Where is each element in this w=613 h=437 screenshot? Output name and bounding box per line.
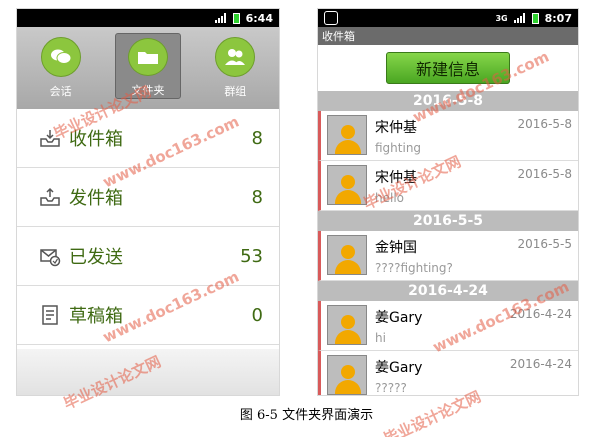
date-header: 2016-4-24 (318, 281, 578, 301)
status-time: 6:44 (245, 11, 273, 25)
tab-folders[interactable]: 文件夹 (114, 33, 181, 99)
message-item[interactable]: 姜Gary 2016-4-24 hi (318, 301, 578, 351)
tab-label: 群组 (224, 85, 247, 98)
folder-outbox[interactable]: 发件箱 8 (17, 168, 279, 227)
folder-count: 8 (251, 127, 263, 149)
new-message-button[interactable]: 新建信息 (386, 52, 510, 84)
message-preview: ????? (375, 381, 407, 395)
battery-icon (232, 12, 240, 24)
sender-name: 姜Gary (375, 310, 423, 326)
tab-label: 文件夹 (131, 84, 165, 97)
figure-caption: 图 6-5 文件夹界面演示 (239, 408, 374, 423)
folder-drafts[interactable]: 草稿箱 0 (17, 286, 279, 345)
message-preview: hi (375, 331, 386, 345)
folder-count: 53 (240, 245, 263, 267)
avatar (327, 235, 367, 275)
message-item[interactable]: 宋仲基 2016-5-8 hello (318, 161, 578, 211)
inbox-icon (40, 130, 60, 147)
message-date: 2016-5-8 (517, 117, 572, 131)
folder-inbox[interactable]: 收件箱 8 (17, 109, 279, 168)
sent-icon (40, 249, 61, 267)
sender-name: 宋仲基 (375, 120, 417, 136)
status-bar: 6:44 (17, 9, 279, 27)
notification-icon (324, 11, 338, 25)
message-item[interactable]: 金钟国 2016-5-5 ????fighting? (318, 231, 578, 281)
folder-name: 草稿箱 (69, 306, 123, 327)
tab-groups[interactable]: 群组 (202, 37, 268, 103)
group-icon (215, 37, 256, 77)
chat-bubbles-icon (40, 37, 81, 77)
left-phone-screen: 6:44 会话 文件夹 群组 收件箱 8 发件箱 8 已发送 53 草稿箱 0 (16, 8, 280, 396)
sender-name: 金钟国 (375, 240, 417, 256)
folder-name: 发件箱 (69, 188, 123, 209)
signal-icon (513, 13, 526, 23)
right-phone-screen: 3G 8:07 收件箱 新建信息 2016-5-8 宋仲基 2016-5-8 f… (317, 8, 579, 396)
avatar (327, 305, 367, 345)
status-time: 8:07 (544, 11, 572, 25)
message-date: 2016-5-5 (517, 237, 572, 251)
bottom-bar (17, 349, 279, 395)
avatar (327, 115, 367, 155)
date-header: 2016-5-8 (318, 91, 578, 111)
folder-count: 0 (251, 304, 263, 326)
message-item[interactable]: 宋仲基 2016-5-8 fighting (318, 111, 578, 161)
draft-icon (42, 305, 58, 325)
avatar (327, 355, 367, 395)
folder-count: 8 (251, 186, 263, 208)
avatar (327, 165, 367, 205)
sender-name: 姜Gary (375, 360, 423, 376)
network-type: 3G (495, 13, 508, 23)
folder-icon (127, 38, 168, 76)
message-list: 2016-5-8 宋仲基 2016-5-8 fighting 宋仲基 2016-… (318, 91, 578, 395)
message-preview: ????fighting? (375, 261, 453, 275)
folder-name: 已发送 (69, 247, 123, 268)
message-preview: hello (375, 191, 404, 205)
sender-name: 宋仲基 (375, 170, 417, 186)
tab-conversations[interactable]: 会话 (28, 37, 94, 103)
date-header: 2016-5-5 (318, 211, 578, 231)
signal-icon (214, 13, 227, 23)
battery-icon (531, 12, 539, 24)
window-title: 收件箱 (318, 27, 578, 45)
message-date: 2016-4-24 (509, 307, 572, 321)
status-bar: 3G 8:07 (318, 9, 578, 27)
message-date: 2016-5-8 (517, 167, 572, 181)
toolbar: 新建信息 (318, 45, 578, 91)
message-item[interactable]: 姜Gary 2016-4-24 ????? (318, 351, 578, 395)
folder-name: 收件箱 (69, 129, 123, 150)
folder-list: 收件箱 8 发件箱 8 已发送 53 草稿箱 0 (17, 109, 279, 345)
message-preview: fighting (375, 141, 422, 155)
tab-label: 会话 (49, 85, 72, 98)
message-date: 2016-4-24 (509, 357, 572, 371)
folder-sent[interactable]: 已发送 53 (17, 227, 279, 286)
outbox-icon (40, 187, 60, 206)
tab-bar: 会话 文件夹 群组 (17, 27, 279, 109)
